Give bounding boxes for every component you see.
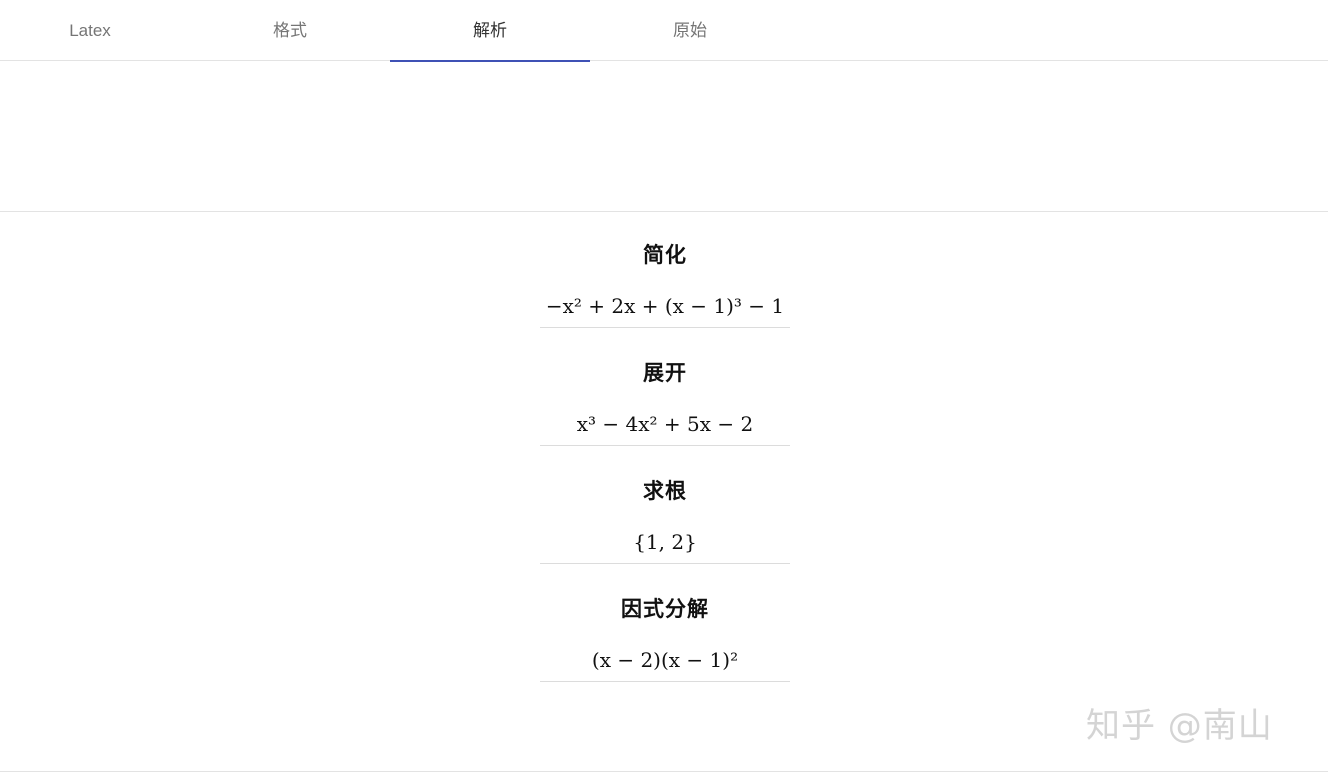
result-expand: 展开 x³ − 4x² + 5x − 2 [540, 331, 790, 449]
tab-bar: Latex 格式 解析 原始 [0, 0, 1328, 62]
formula-text: (x − 2)(x − 1)² [591, 648, 739, 672]
result-formula: −x² + 2x + (x − 1)³ − 1 [540, 287, 790, 328]
app-window: Latex 格式 解析 原始 简化 −x² + 2x + (x − 1)³ − … [0, 0, 1328, 773]
formula-text: x³ − 4x² + 5x − 2 [576, 412, 754, 436]
input-area [0, 62, 1328, 212]
tab-raw[interactable]: 原始 [590, 0, 790, 61]
result-title: 求根 [643, 480, 687, 503]
result-formula: x³ − 4x² + 5x − 2 [540, 405, 790, 446]
result-roots: 求根 {1, 2} [540, 449, 790, 567]
result-factor: 因式分解 (x − 2)(x − 1)² [540, 567, 790, 685]
result-title: 因式分解 [621, 598, 709, 621]
result-title: 简化 [643, 244, 687, 267]
result-formula: {1, 2} [540, 523, 790, 564]
result-simplify: 简化 −x² + 2x + (x − 1)³ − 1 [540, 213, 790, 331]
tab-analysis[interactable]: 解析 [390, 0, 590, 62]
tab-format[interactable]: 格式 [190, 0, 390, 61]
formula-text: −x² + 2x + (x − 1)³ − 1 [545, 294, 785, 318]
result-title: 展开 [643, 362, 687, 385]
results-panel: 简化 −x² + 2x + (x − 1)³ − 1 展开 x³ − 4x² +… [540, 213, 790, 685]
watermark: 知乎 @南山 [1086, 706, 1273, 746]
result-formula: (x − 2)(x − 1)² [540, 641, 790, 682]
formula-text: {1, 2} [633, 530, 697, 554]
bottom-divider [0, 771, 1328, 772]
tab-latex[interactable]: Latex [0, 0, 190, 61]
